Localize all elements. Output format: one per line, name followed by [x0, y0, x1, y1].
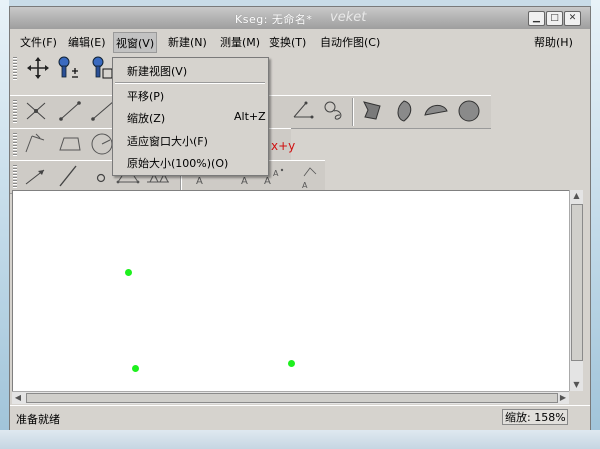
- menu-view[interactable]: 视窗(V): [113, 32, 158, 53]
- scroll-corner: [569, 391, 582, 403]
- calculate-button-label[interactable]: x+y: [271, 139, 295, 153]
- scroll-up-icon[interactable]: ▲: [570, 190, 583, 202]
- toolbar-view: [10, 53, 590, 85]
- menu-item-pan[interactable]: 平移(P): [127, 88, 164, 104]
- menu-file[interactable]: 文件(F): [20, 34, 57, 50]
- status-text: 准备就绪: [16, 413, 60, 426]
- canvas-point[interactable]: [288, 360, 295, 367]
- circle-interior-tool-button[interactable]: [455, 97, 483, 125]
- scroll-left-icon[interactable]: ◀: [12, 392, 24, 404]
- intersection-icon: [26, 102, 46, 120]
- locus-icon: [324, 101, 342, 120]
- view-menu-dropdown: 新建视图(V) 平移(P) 缩放(Z) Alt+Z 适应窗口大小(F) 原始大小…: [112, 57, 269, 176]
- menu-measure[interactable]: 测量(M): [220, 34, 260, 50]
- vector-icon: [25, 169, 45, 185]
- angle-tool-button[interactable]: [290, 97, 318, 125]
- toolbar-separator: [352, 98, 354, 126]
- menu-new[interactable]: 新建(N): [168, 34, 207, 50]
- maximize-button[interactable]: □: [546, 11, 563, 26]
- menu-separator: [115, 82, 265, 84]
- move-icon: [27, 57, 49, 79]
- polygon-tool-button[interactable]: [358, 97, 386, 125]
- menu-item-zoom-shortcut: Alt+Z: [234, 110, 266, 123]
- menu-item-zoom[interactable]: 缩放(Z): [127, 110, 165, 126]
- pan-tool-button[interactable]: [24, 54, 52, 82]
- menu-bar: 文件(F) 编辑(E) 视窗(V) 新建(N) 测量(M) 变换(T) 自动作图…: [10, 31, 590, 53]
- toolbar-grip[interactable]: [13, 133, 17, 157]
- toolbar-grip[interactable]: [13, 57, 17, 81]
- arc-icon: [424, 105, 448, 116]
- segment-icon: [59, 101, 81, 121]
- horizontal-scrollbar[interactable]: ◀ ▶: [12, 391, 569, 404]
- minimize-button[interactable]: ▁: [528, 11, 545, 26]
- menu-edit[interactable]: 编辑(E): [68, 34, 106, 50]
- circle-icon: [458, 100, 480, 122]
- menu-item-original-size[interactable]: 原始大小(100%)(O): [127, 155, 228, 171]
- canvas-point[interactable]: [132, 365, 139, 372]
- menu-construct[interactable]: 自动作图(C): [320, 34, 380, 50]
- menu-help[interactable]: 帮助(H): [534, 34, 573, 50]
- segment-tool-button[interactable]: [56, 97, 84, 125]
- toolbar-grip[interactable]: [13, 165, 17, 189]
- close-button[interactable]: ✕: [564, 11, 581, 26]
- title-bar[interactable]: Kseg: 无命名* veket ▁ □ ✕: [10, 7, 590, 29]
- angle-measure-icon: [25, 133, 45, 153]
- vertical-scroll-thumb[interactable]: [571, 204, 583, 361]
- polygon-icon: [363, 101, 381, 120]
- canvas-point[interactable]: [125, 269, 132, 276]
- point-tool-button[interactable]: [87, 162, 115, 190]
- arc-segment-tool-button[interactable]: [422, 97, 450, 125]
- measure-perimeter-button[interactable]: [56, 130, 84, 158]
- angle-icon: [293, 101, 314, 119]
- intersection-tool-button[interactable]: [22, 97, 50, 125]
- status-bar: 准备就绪 缩放: 158%: [10, 405, 590, 430]
- svg-text:A: A: [196, 176, 203, 187]
- locus-tool-button[interactable]: [320, 97, 348, 125]
- desktop-background-bottom: [0, 430, 600, 449]
- zoom-in-icon: [58, 56, 78, 78]
- desktop-background-left: [0, 0, 9, 449]
- desktop-watermark: veket: [330, 10, 367, 25]
- app-window: Kseg: 无命名* veket ▁ □ ✕ 文件(F) 编辑(E) 视窗(V)…: [9, 6, 591, 430]
- menu-transform[interactable]: 变换(T): [269, 34, 306, 50]
- svg-text:A: A: [273, 169, 279, 178]
- svg-text:A: A: [302, 181, 308, 190]
- drawing-canvas[interactable]: [12, 190, 570, 392]
- horizontal-scroll-thumb[interactable]: [26, 393, 558, 403]
- window-title: Kseg: 无命名*: [235, 13, 313, 26]
- vertical-scrollbar[interactable]: ▲ ▼: [569, 190, 583, 391]
- svg-text:A: A: [264, 176, 271, 187]
- point-icon: [96, 173, 106, 183]
- desktop-background-right: [591, 0, 600, 449]
- label-point-button[interactable]: A: [294, 162, 322, 190]
- svg-text:A: A: [241, 176, 248, 187]
- line-icon: [59, 165, 77, 187]
- zoom-level: 缩放: 158%: [502, 409, 568, 425]
- fill-icon: [397, 100, 412, 122]
- arc-sector-tool-button[interactable]: [390, 97, 418, 125]
- scroll-down-icon[interactable]: ▼: [570, 379, 583, 391]
- menu-item-new-view[interactable]: 新建视图(V): [127, 63, 187, 79]
- perimeter-icon: [59, 137, 81, 151]
- zoom-tool-button[interactable]: [54, 54, 82, 82]
- toolbar-grip[interactable]: [13, 100, 17, 124]
- measure-angle-button[interactable]: [22, 130, 50, 158]
- scroll-right-icon[interactable]: ▶: [557, 392, 569, 404]
- line-tool-button[interactable]: [54, 162, 82, 190]
- menu-item-fit-window[interactable]: 适应窗口大小(F): [127, 133, 208, 149]
- label-point-icon: A: [302, 167, 317, 190]
- vector-tool-button[interactable]: [22, 162, 50, 190]
